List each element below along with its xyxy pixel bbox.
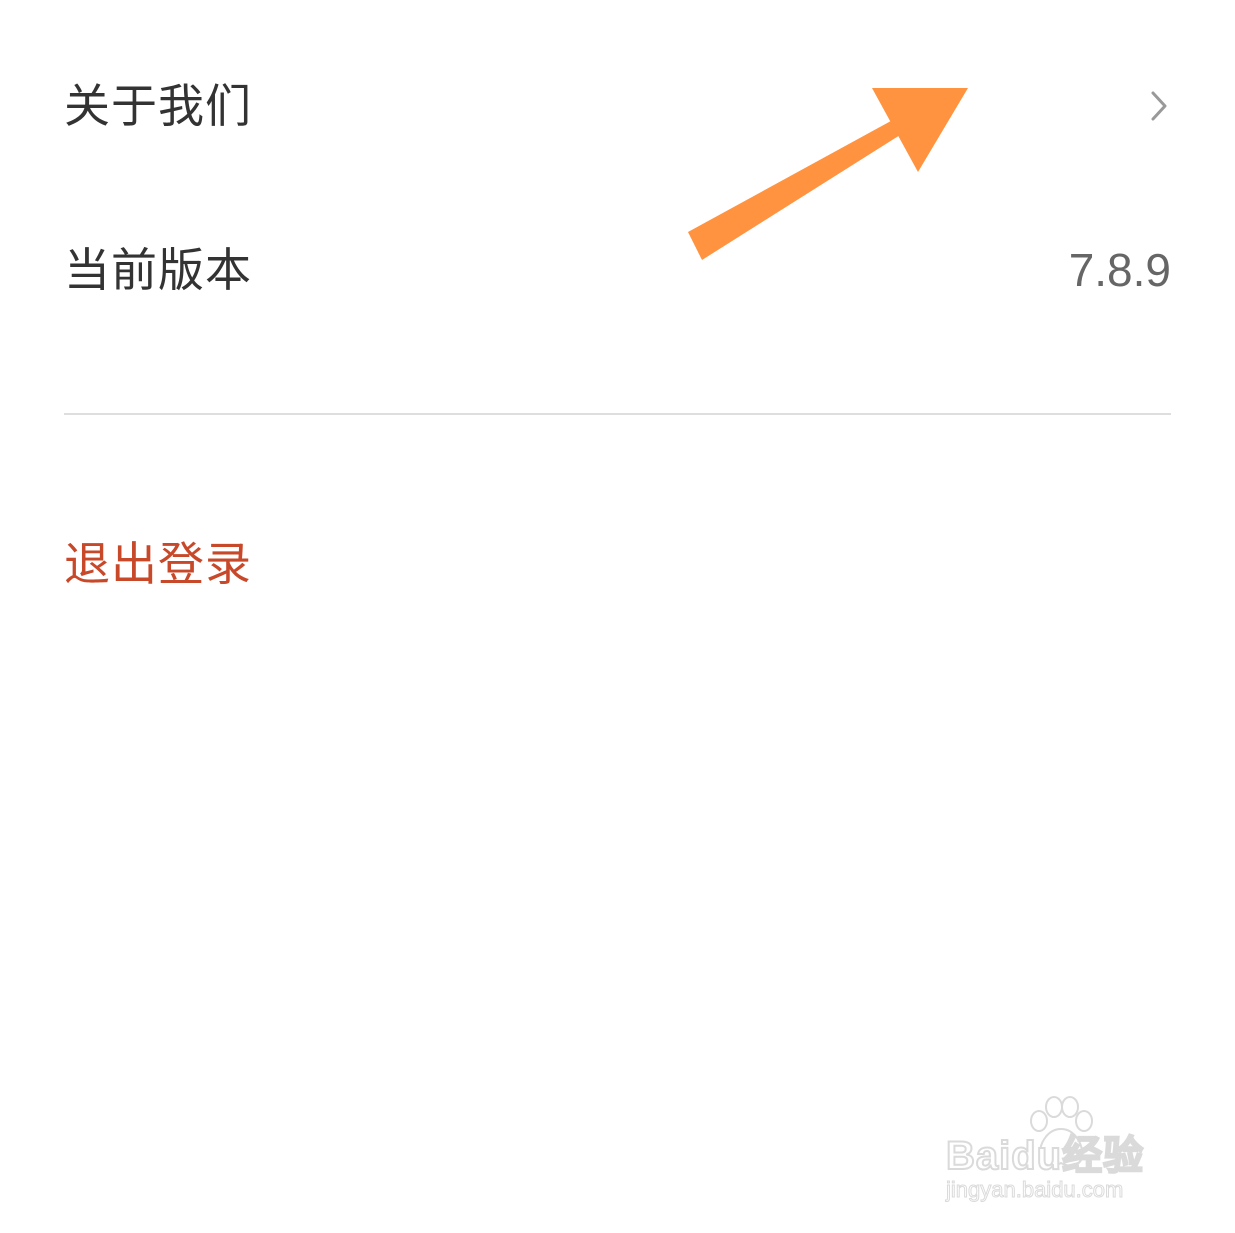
logout-button[interactable]: 退出登录 <box>64 532 252 596</box>
orange-arrow-icon <box>688 88 968 260</box>
about-us-label: 关于我们 <box>64 79 252 133</box>
chevron-right-icon <box>1147 88 1171 124</box>
logout-label: 退出登录 <box>64 537 252 591</box>
watermark-brand: Baidu经验 <box>945 1133 1145 1179</box>
current-version-value: 7.8.9 <box>1068 244 1171 296</box>
watermark-url: jingyan.baidu.com <box>945 1177 1124 1203</box>
divider <box>64 413 1171 415</box>
baidu-watermark: Baidu经验 jingyan.baidu.com <box>940 1095 1180 1210</box>
current-version-label: 当前版本 <box>64 243 252 297</box>
current-version-row: 当前版本 7.8.9 <box>64 230 1171 310</box>
about-us-row[interactable]: 关于我们 <box>64 66 1171 146</box>
